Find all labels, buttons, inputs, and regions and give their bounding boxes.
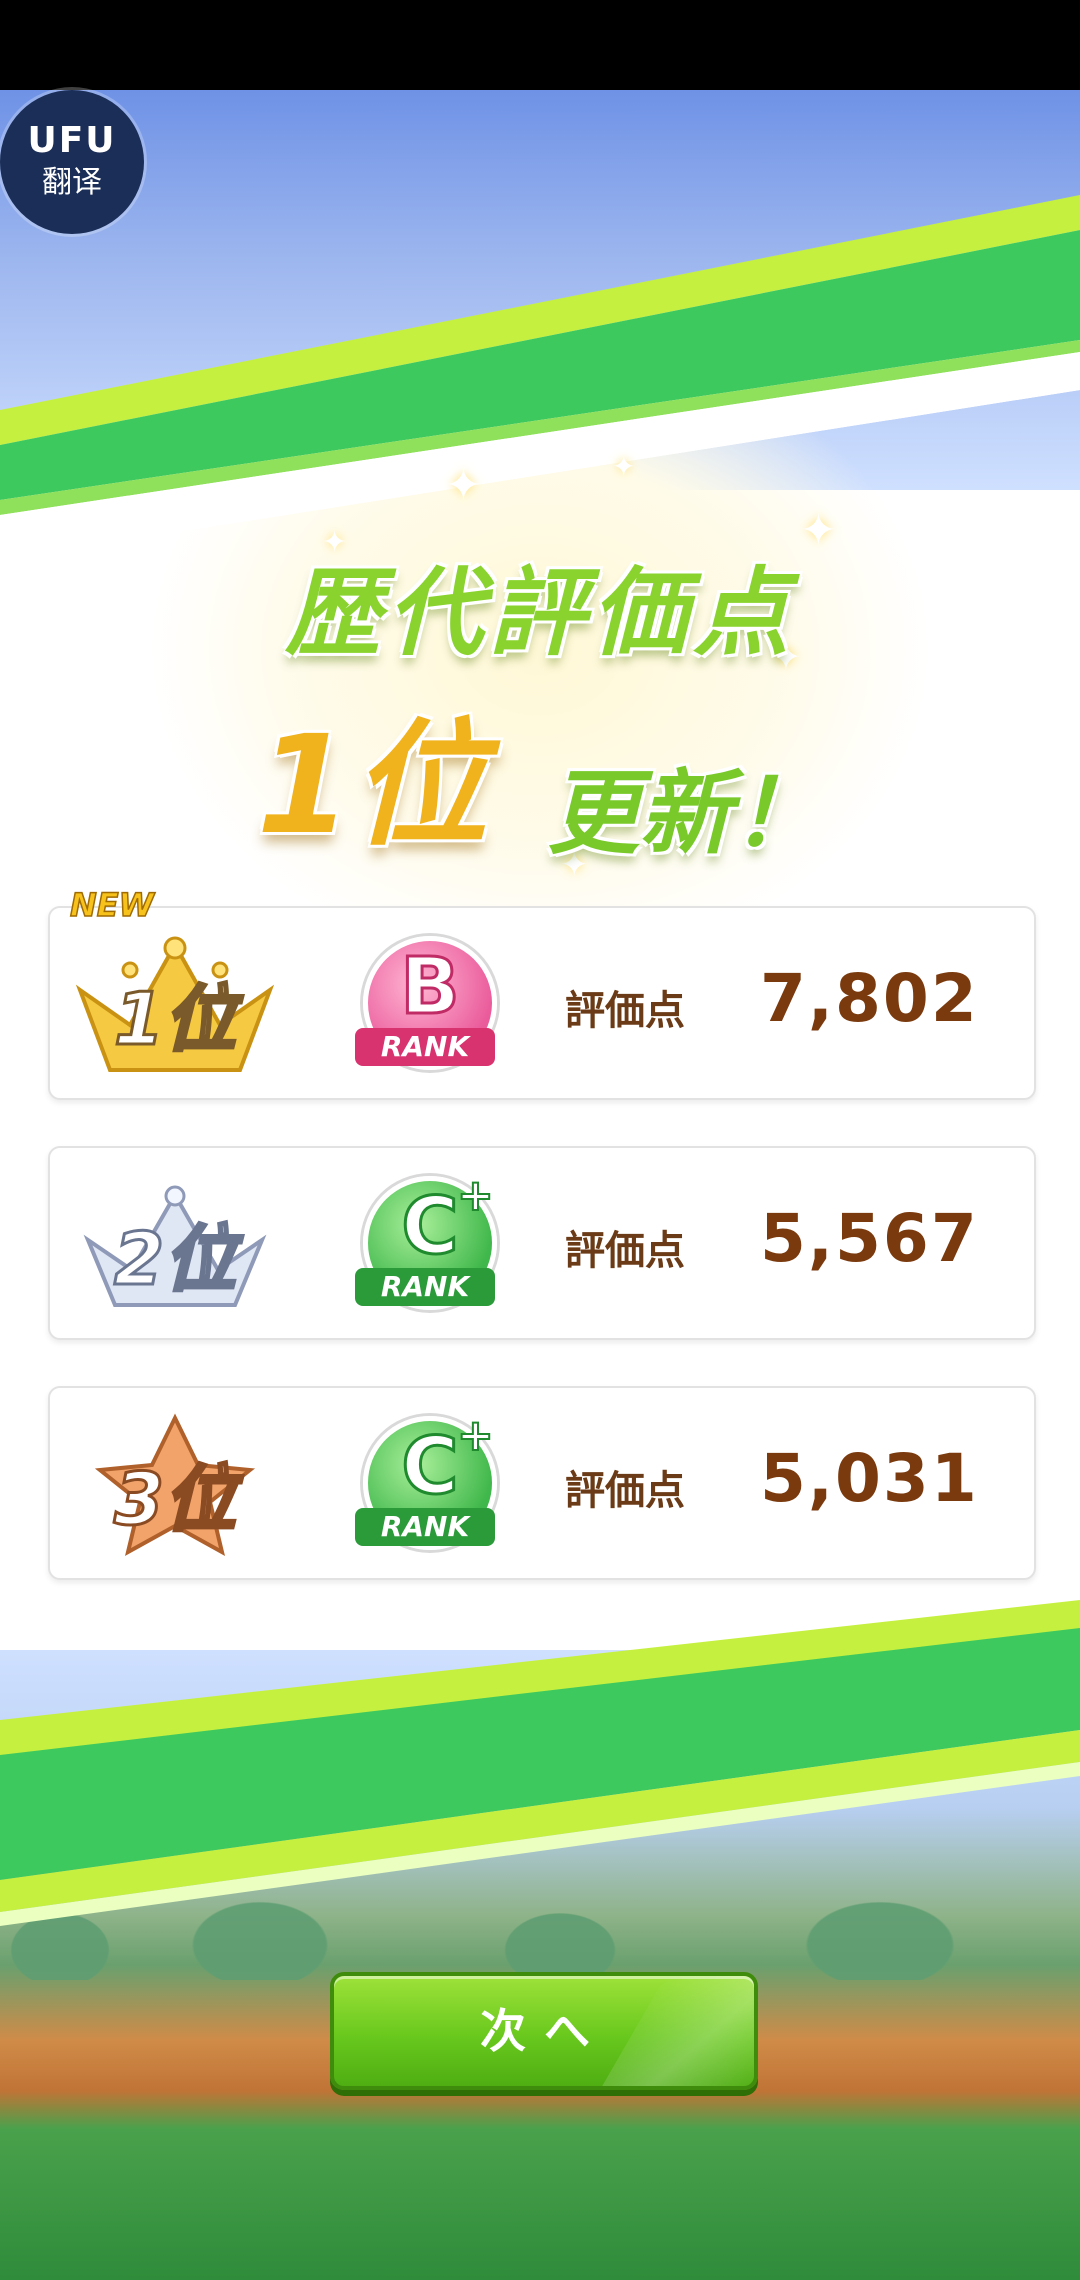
ranking-row-2: 2位 C + RANK 評価点 5,567: [48, 1146, 1036, 1340]
ranking-row-1: NEW 1位 B RANK 評価点 7,802: [48, 885, 1036, 1100]
score-label: 評価点: [565, 1228, 685, 1274]
rank-ribbon: RANK: [355, 1268, 495, 1306]
bronze-star-icon: 3位: [70, 1410, 280, 1560]
next-button[interactable]: 次へ: [330, 1972, 758, 2090]
rank-b-badge-icon: B RANK: [355, 936, 497, 1076]
gold-crown-icon: 1位: [70, 930, 280, 1080]
place-label: 3位: [112, 1456, 237, 1543]
rank-ribbon: RANK: [355, 1508, 495, 1546]
sparkle-icon: ✦: [445, 460, 482, 511]
ufu-logo-icon: UFU: [27, 120, 117, 161]
score-value: 7,802: [760, 960, 979, 1037]
place-label: 2位: [112, 1216, 237, 1303]
ranking-row-3: 3位 C + RANK 評価点 5,031: [48, 1386, 1036, 1580]
headline-updated: 更新！: [547, 760, 824, 867]
new-badge: NEW: [69, 885, 154, 925]
headline-title: 歴代評価点: [285, 557, 795, 669]
status-bar: [0, 0, 1080, 90]
rank-letter: B: [399, 941, 461, 1034]
translate-label: 翻译: [42, 165, 102, 200]
score-label: 評価点: [565, 988, 685, 1034]
rank-ribbon: RANK: [355, 1028, 495, 1066]
headline-subtitle: 1位 更新！: [0, 675, 1080, 872]
translate-overlay-button[interactable]: UFU 翻译: [0, 90, 144, 234]
sparkle-icon: ✦: [612, 450, 636, 483]
tree-line: [0, 1890, 1080, 1980]
rank-plus: +: [456, 1169, 495, 1222]
button-shine: [602, 1976, 754, 2086]
score-label: 評価点: [565, 1468, 685, 1514]
silver-crown-icon: 2位: [70, 1170, 280, 1320]
place-label: 1位: [112, 976, 237, 1063]
headline-rank: 1位: [256, 707, 488, 865]
next-button-label: 次へ: [480, 2004, 608, 2058]
score-value: 5,031: [760, 1440, 979, 1517]
top-stripes: [0, 195, 1080, 560]
rank-c-plus-badge-icon: C + RANK: [355, 1169, 497, 1316]
score-value: 5,567: [760, 1200, 979, 1277]
rank-plus: +: [456, 1409, 495, 1462]
rank-c-plus-badge-icon: C + RANK: [355, 1409, 497, 1556]
